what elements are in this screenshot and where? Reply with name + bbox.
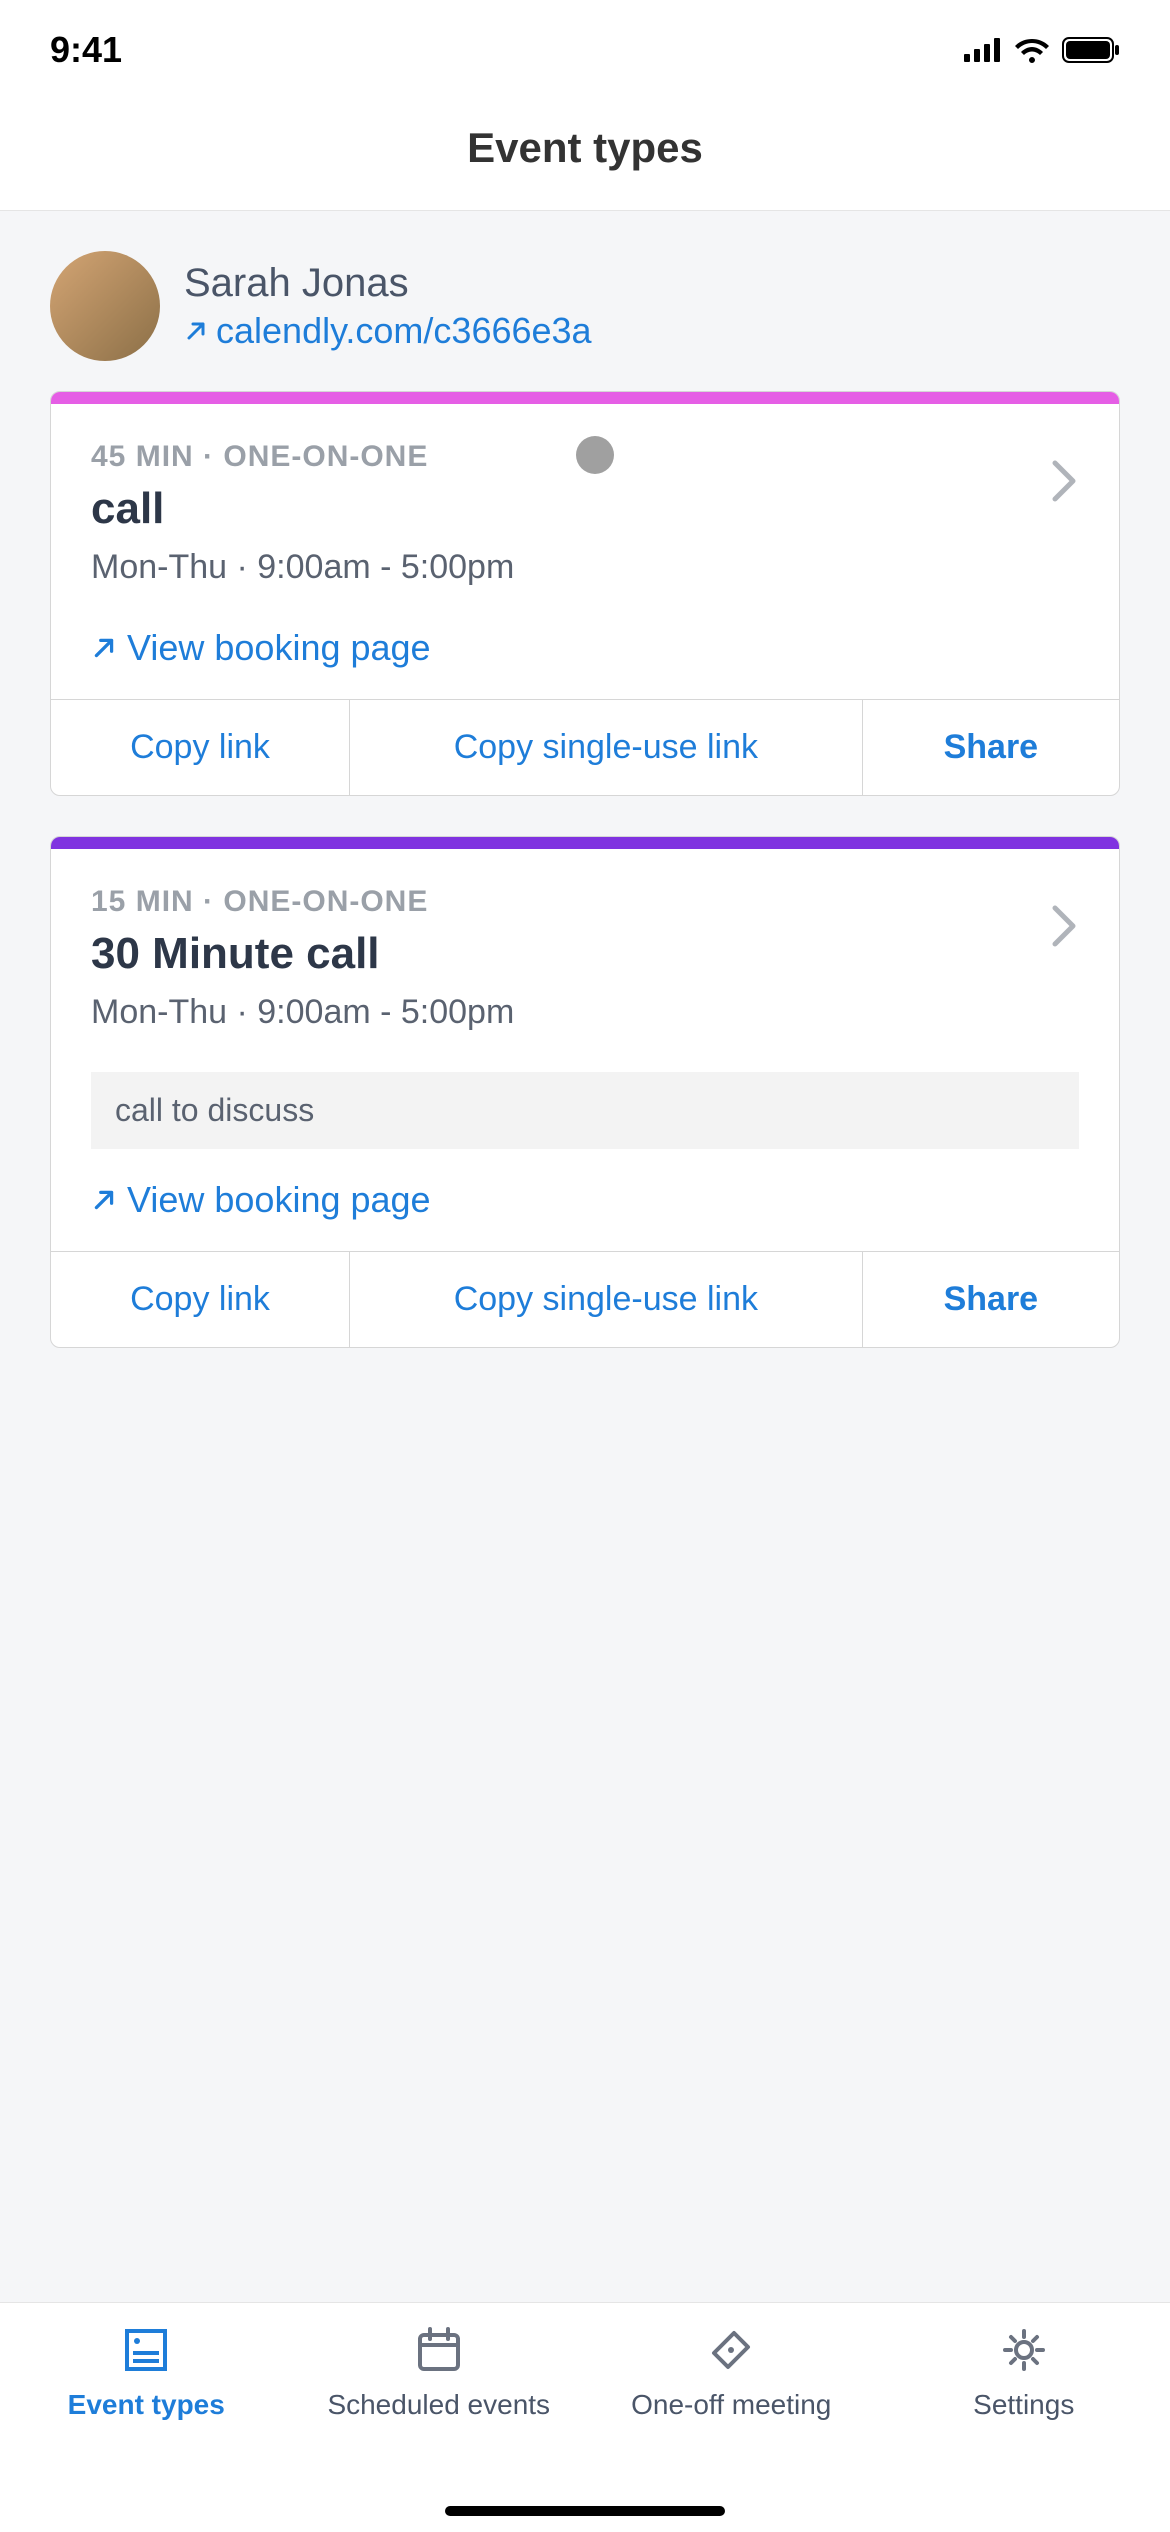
calendar-icon [412,2323,466,2377]
card-actions: Copy link Copy single-use link Share [51,699,1119,795]
indicator-dot [576,436,614,474]
card-actions: Copy link Copy single-use link Share [51,1251,1119,1347]
copy-link-button[interactable]: Copy link [51,700,350,795]
external-link-icon [91,1187,117,1213]
tab-label: Scheduled events [327,2389,550,2421]
card-accent [51,837,1119,849]
tab-scheduled-events[interactable]: Scheduled events [293,2323,586,2532]
copy-single-use-button[interactable]: Copy single-use link [350,1252,863,1347]
status-icons [964,37,1120,63]
event-card[interactable]: 15 MIN · ONE-ON-ONE 30 Minute call Mon-T… [50,836,1120,1348]
tab-label: One-off meeting [631,2389,831,2421]
profile-link[interactable]: calendly.com/c3666e3a [184,310,592,352]
share-button[interactable]: Share [863,1252,1119,1347]
event-card[interactable]: 45 MIN · ONE-ON-ONE call Mon-Thu · 9:00a… [50,391,1120,796]
copy-link-button[interactable]: Copy link [51,1252,350,1347]
profile-info: Sarah Jonas calendly.com/c3666e3a [184,261,592,352]
copy-single-use-button[interactable]: Copy single-use link [350,700,863,795]
event-meta: 15 MIN · ONE-ON-ONE [91,885,1079,919]
home-indicator[interactable] [445,2506,725,2516]
profile-section: Sarah Jonas calendly.com/c3666e3a [0,211,1170,391]
status-time: 9:41 [50,29,122,71]
external-link-icon [184,319,208,343]
tab-one-off-meeting[interactable]: One-off meeting [585,2323,878,2532]
tab-settings[interactable]: Settings [878,2323,1170,2532]
card-accent [51,392,1119,404]
profile-name: Sarah Jonas [184,261,592,306]
battery-icon [1062,37,1120,63]
view-booking-link[interactable]: View booking page [91,1179,1079,1221]
view-booking-text: View booking page [127,1179,431,1221]
cellular-icon [964,38,1002,62]
header: Event types [0,100,1170,211]
page-title: Event types [0,124,1170,172]
event-schedule: Mon-Thu · 9:00am - 5:00pm [91,548,1079,587]
tab-label: Settings [973,2389,1074,2421]
event-schedule: Mon-Thu · 9:00am - 5:00pm [91,993,1079,1032]
event-title: call [91,484,1079,534]
share-button[interactable]: Share [863,700,1119,795]
card-body: 15 MIN · ONE-ON-ONE 30 Minute call Mon-T… [51,849,1119,1251]
view-booking-text: View booking page [127,627,431,669]
gear-icon [997,2323,1051,2377]
chevron-right-icon [1051,459,1079,503]
status-bar: 9:41 [0,0,1170,100]
tab-event-types[interactable]: Event types [0,2323,293,2532]
external-link-icon [91,635,117,661]
view-booking-link[interactable]: View booking page [91,627,1079,669]
chevron-right-icon [1051,904,1079,948]
avatar[interactable] [50,251,160,361]
tab-label: Event types [68,2389,225,2421]
event-title: 30 Minute call [91,929,1079,979]
ticket-icon [704,2323,758,2377]
card-body: 45 MIN · ONE-ON-ONE call Mon-Thu · 9:00a… [51,404,1119,699]
event-types-icon [119,2323,173,2377]
profile-link-text: calendly.com/c3666e3a [216,310,592,352]
tab-bar: Event types Scheduled events One-off mee… [0,2302,1170,2532]
event-note: call to discuss [91,1072,1079,1149]
wifi-icon [1014,37,1050,63]
event-list: 45 MIN · ONE-ON-ONE call Mon-Thu · 9:00a… [0,391,1170,1348]
